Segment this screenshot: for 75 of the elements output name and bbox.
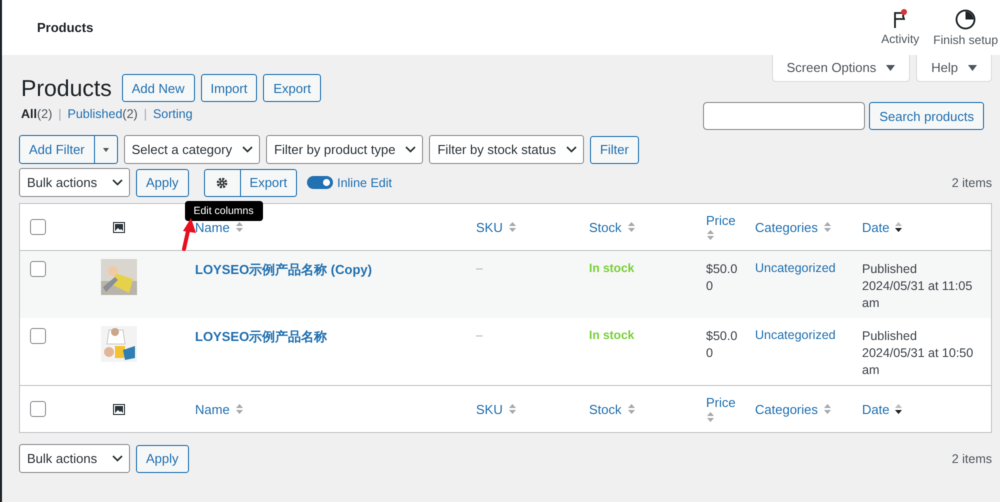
row-checkbox[interactable] bbox=[30, 261, 46, 277]
view-link[interactable]: All(2) bbox=[21, 107, 52, 121]
select-all-checkbox[interactable] bbox=[30, 401, 46, 417]
select-all-checkbox[interactable] bbox=[30, 219, 46, 235]
column-header[interactable]: Name bbox=[195, 220, 230, 234]
table-cell: – bbox=[476, 261, 483, 275]
table-cell-text: $50.00 bbox=[706, 328, 738, 362]
page-heading: Products bbox=[21, 74, 112, 102]
column-header[interactable]: SKU bbox=[476, 220, 503, 234]
page-action-button[interactable]: Add New bbox=[122, 74, 195, 102]
screen-meta-tab[interactable]: Help bbox=[916, 55, 992, 82]
item-count: 2 items bbox=[952, 452, 992, 466]
export-button[interactable]: Export bbox=[240, 168, 298, 196]
page-title: Products bbox=[37, 20, 94, 35]
pointer-arrow bbox=[182, 218, 196, 251]
category-link[interactable]: Uncategorized bbox=[755, 261, 836, 275]
filter-button[interactable]: Filter bbox=[590, 136, 639, 164]
column-header[interactable]: Date bbox=[862, 402, 890, 416]
chevron-icon bbox=[112, 179, 123, 186]
column-header[interactable]: SKU bbox=[476, 402, 503, 416]
table-cell-text: 2024/05/31 at 11:05 am bbox=[862, 278, 974, 312]
caret-icon bbox=[102, 148, 109, 152]
stock-status: In stock bbox=[589, 328, 634, 342]
edit-columns-button[interactable] bbox=[204, 168, 241, 196]
header-action[interactable]: Activity bbox=[879, 0, 922, 55]
bulk-actions-select[interactable]: Bulk actions bbox=[19, 168, 130, 197]
chevron-icon bbox=[112, 455, 123, 462]
separator: | bbox=[58, 107, 62, 121]
filter-select[interactable]: Filter by product type bbox=[266, 135, 424, 164]
tooltip: Edit columns bbox=[184, 200, 263, 220]
caret-icon bbox=[968, 64, 977, 70]
apply-button[interactable]: Apply bbox=[136, 168, 189, 196]
view-link[interactable]: Published(2) bbox=[68, 107, 138, 121]
column-header[interactable]: Price bbox=[706, 394, 736, 410]
chevron-icon bbox=[566, 146, 577, 153]
settings-icon bbox=[216, 176, 228, 188]
filter-select[interactable]: Select a category bbox=[124, 135, 260, 164]
column-header[interactable]: Categories bbox=[755, 402, 818, 416]
apply-button[interactable]: Apply bbox=[136, 444, 189, 472]
toggle-switch[interactable] bbox=[307, 176, 334, 189]
column-header[interactable]: Stock bbox=[589, 402, 622, 416]
product-name-link[interactable]: LOYSEO示例产品名称 bbox=[195, 328, 328, 346]
column-header[interactable]: Stock bbox=[589, 220, 622, 234]
category-link[interactable]: Uncategorized bbox=[755, 328, 836, 342]
caret-icon bbox=[886, 64, 896, 70]
image-icon bbox=[113, 222, 125, 232]
separator: | bbox=[144, 107, 147, 121]
toggle-label: Inline Edit bbox=[337, 176, 392, 190]
filter-select[interactable]: Filter by stock status bbox=[429, 135, 584, 164]
column-header[interactable]: Price bbox=[706, 212, 736, 228]
table-cell-text: $50.00 bbox=[706, 261, 738, 295]
table-cell-text: 2024/05/31 at 10:50 am bbox=[862, 345, 974, 379]
table-cell: Published bbox=[862, 261, 917, 278]
image-icon bbox=[113, 404, 125, 414]
chevron-icon bbox=[405, 146, 416, 153]
column-header[interactable]: Date bbox=[862, 220, 890, 234]
header-action[interactable]: Finish setup bbox=[931, 0, 1000, 55]
progress-icon bbox=[955, 8, 976, 30]
row-checkbox[interactable] bbox=[30, 328, 46, 344]
table-cell: – bbox=[476, 328, 483, 342]
product-name-link[interactable]: LOYSEO示例产品名称 (Copy) bbox=[195, 261, 372, 279]
item-count: 2 items bbox=[952, 176, 992, 190]
column-header[interactable]: Name bbox=[195, 402, 230, 416]
search-field[interactable] bbox=[703, 102, 866, 130]
stock-status: In stock bbox=[589, 261, 634, 275]
column-header[interactable]: Categories bbox=[755, 220, 818, 234]
search-button[interactable]: Search products bbox=[869, 102, 984, 130]
page-action-button[interactable]: Import bbox=[200, 74, 258, 102]
chevron-icon bbox=[242, 146, 254, 153]
page-action-button[interactable]: Export bbox=[263, 74, 321, 102]
table-cell: Published bbox=[862, 328, 917, 345]
bulk-actions-select[interactable]: Bulk actions bbox=[19, 444, 130, 473]
view-link[interactable]: Sorting bbox=[152, 107, 193, 121]
add-filter-button[interactable]: Add Filter bbox=[19, 135, 118, 164]
screen-meta-tab[interactable]: Screen Options bbox=[772, 55, 910, 82]
